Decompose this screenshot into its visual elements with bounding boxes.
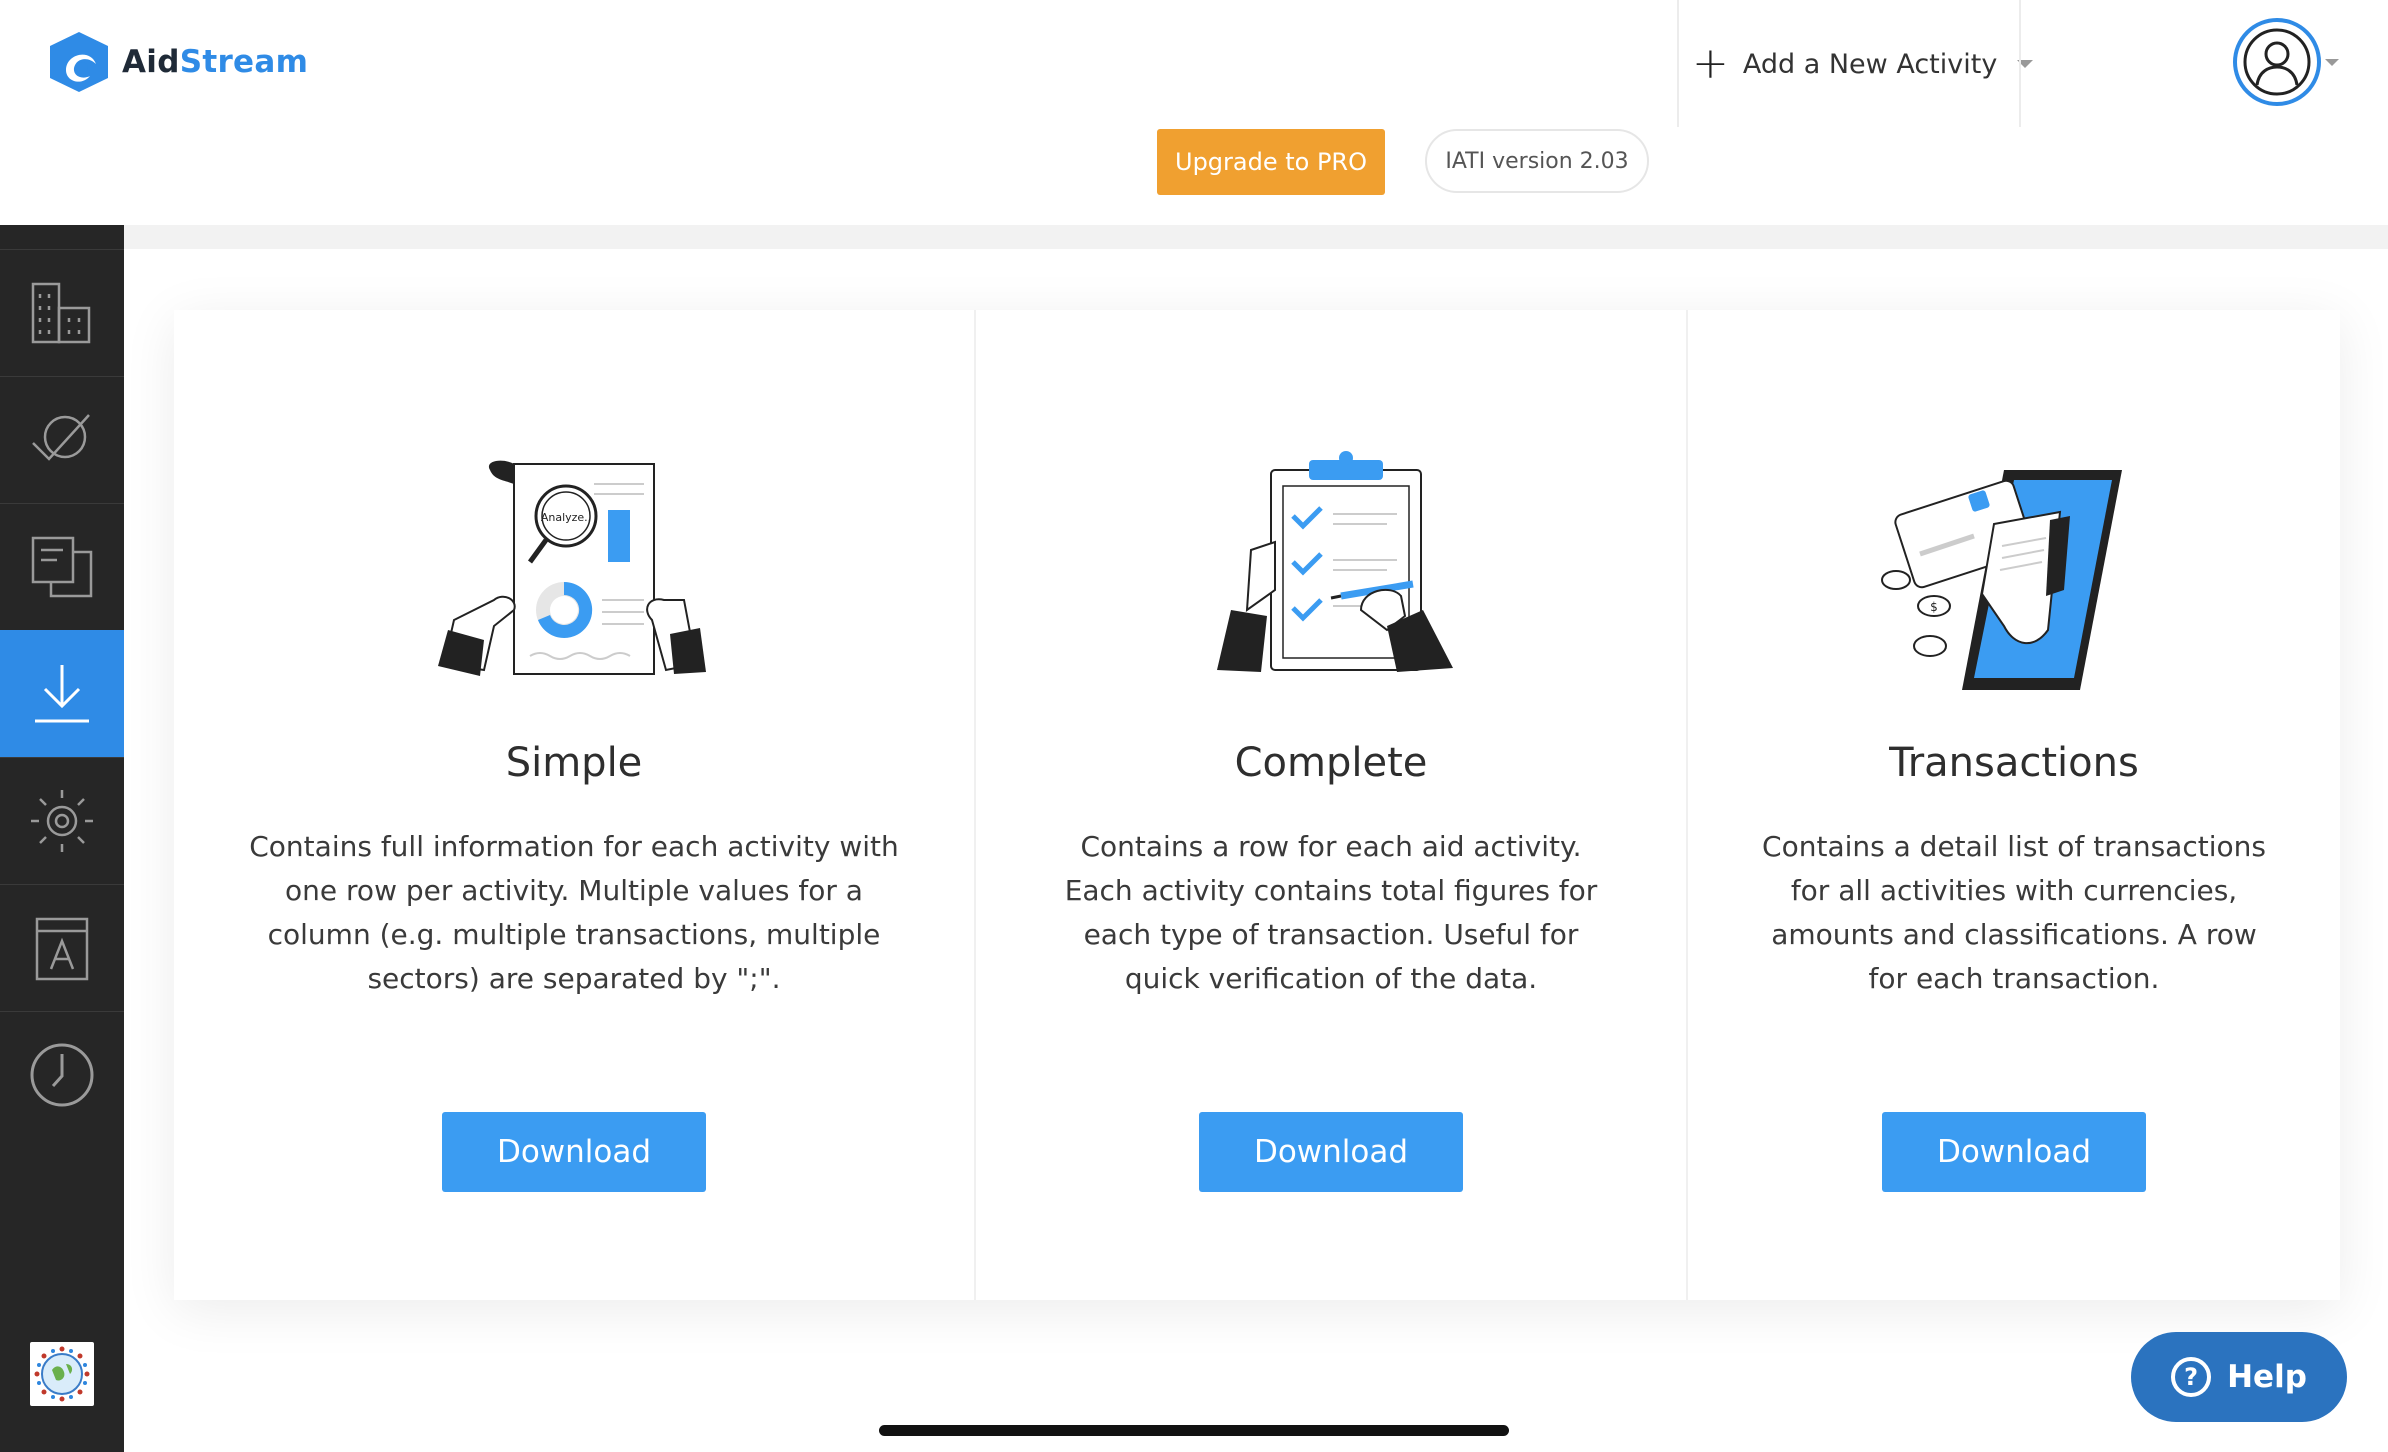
aidstream-logo[interactable]: AidStream — [46, 30, 308, 94]
upgrade-to-pro-button[interactable]: Upgrade to PRO — [1157, 129, 1385, 195]
chevron-down-icon — [2325, 58, 2339, 66]
download-simple-button[interactable]: Download — [442, 1112, 706, 1192]
analyze-illustration: Analyze.. — [438, 460, 706, 676]
help-button[interactable]: ? Help — [2131, 1332, 2347, 1422]
download-icon — [35, 665, 89, 723]
card-transactions: $ Transactions Contains a detail list of… — [1688, 310, 2340, 1300]
download-transactions-button[interactable]: Download — [1882, 1112, 2146, 1192]
checklist-illustration — [1217, 451, 1453, 672]
sidebar-item-download[interactable] — [0, 630, 124, 757]
card-description: Contains full information for each activ… — [249, 830, 899, 995]
content-top-strip — [124, 225, 2388, 249]
settings-icon — [31, 790, 93, 852]
card-title: Complete — [1234, 740, 1428, 786]
sidebar-item-history[interactable] — [0, 1011, 124, 1138]
building-icon — [31, 282, 91, 344]
illustration-label: Analyze.. — [541, 511, 591, 524]
clock-icon — [30, 1043, 94, 1107]
card-complete: Complete Contains a row for each aid act… — [976, 310, 1688, 1300]
add-activity-dropdown[interactable]: + Add a New Activity — [1692, 38, 2034, 89]
download-complete-button[interactable]: Download — [1199, 1112, 1463, 1192]
avatar[interactable] — [2233, 18, 2321, 106]
sidebar-item-activities[interactable] — [0, 376, 124, 503]
aidstream-logo-icon — [50, 32, 108, 92]
sidebar — [0, 225, 124, 1452]
card-description: Contains a row for each aid activity. Ea… — [1064, 830, 1598, 995]
globe-icon — [34, 1346, 90, 1402]
header-divider — [2019, 0, 2021, 127]
header-divider — [1677, 0, 1679, 127]
transactions-illustration: $ — [1881, 470, 2122, 690]
check-circle-icon — [32, 414, 90, 461]
add-activity-label: Add a New Activity — [1742, 48, 1998, 80]
user-icon — [2243, 28, 2311, 96]
sidebar-item-documents[interactable] — [0, 503, 124, 630]
document-a-icon — [35, 917, 89, 981]
documents-icon — [31, 536, 93, 598]
iati-version-badge: IATI version 2.03 — [1425, 129, 1649, 193]
card-title: Transactions — [1889, 740, 2139, 786]
sidebar-item-publishing[interactable] — [0, 884, 124, 1011]
home-indicator — [879, 1425, 1509, 1436]
help-label: Help — [2227, 1359, 2307, 1395]
card-title: Simple — [505, 740, 643, 786]
user-menu[interactable] — [2233, 18, 2339, 106]
logo-text: AidStream — [122, 44, 308, 80]
svg-text:$: $ — [1930, 600, 1938, 614]
logo-text-stream: Stream — [179, 44, 309, 80]
card-description: Contains a detail list of transactions f… — [1762, 830, 2266, 995]
sidebar-item-organisation[interactable] — [0, 249, 124, 376]
download-options: Analyze.. Simple Contains full informati… — [174, 310, 2340, 1300]
top-header: AidStream + Add a New Activity Upgrade t… — [0, 0, 2388, 225]
organisation-logo[interactable] — [30, 1342, 94, 1406]
card-simple: Analyze.. Simple Contains full informati… — [174, 310, 976, 1300]
help-circle-icon: ? — [2171, 1357, 2212, 1397]
logo-text-aid: Aid — [122, 44, 180, 80]
plus-icon: + — [1692, 38, 1729, 89]
sidebar-item-settings[interactable] — [0, 757, 124, 884]
